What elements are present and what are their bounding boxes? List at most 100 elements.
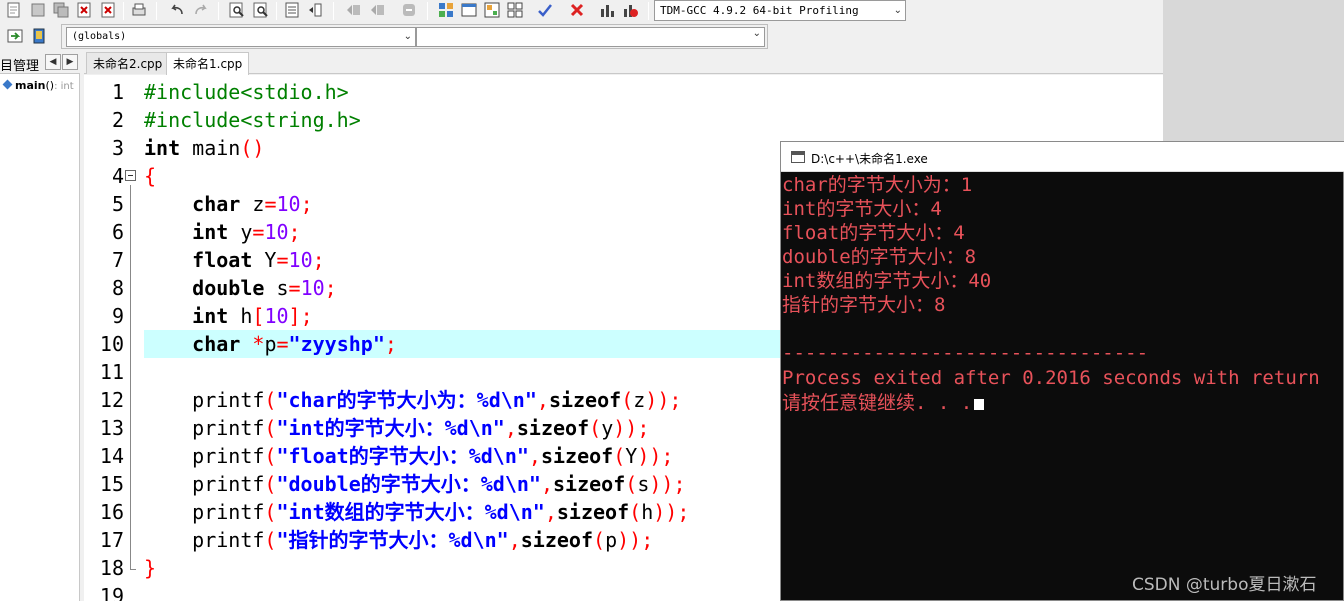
watermark: CSDN @turbo夏日漱石: [1132, 575, 1317, 595]
close-file-icon[interactable]: [75, 1, 93, 19]
code-line[interactable]: char *p="zyyshp";: [144, 330, 844, 358]
line-number: 10: [99, 332, 124, 356]
console-line: Process exited after 0.2016 seconds with…: [782, 367, 1320, 389]
code-line[interactable]: double s=10;: [144, 274, 337, 302]
scope-select-value: (globals): [72, 31, 127, 42]
save-all-icon[interactable]: [52, 1, 70, 19]
console-line: float的字节大小：4: [782, 222, 965, 244]
line-number: 4: [111, 164, 124, 188]
new-file-icon[interactable]: [5, 1, 23, 19]
console-window[interactable]: D:\c++\未命名1.exe char的字节大小为：1 int的字节大小：4 fl…: [780, 141, 1344, 601]
line-number: 8: [111, 276, 124, 300]
line-number: 16: [99, 500, 124, 524]
print-icon[interactable]: [130, 1, 148, 19]
code-line[interactable]: int main(): [144, 134, 264, 162]
code-line[interactable]: {: [144, 162, 156, 190]
code-line[interactable]: int h[10];: [144, 302, 312, 330]
function-select[interactable]: ⌄: [416, 27, 765, 47]
fold-collapse-icon[interactable]: [125, 170, 136, 181]
console-app-icon: [791, 151, 805, 163]
tab-file-2[interactable]: 未命名2.cpp: [86, 52, 170, 74]
console-line: int数组的字节大小：40: [782, 270, 992, 292]
function-name: main: [15, 79, 46, 92]
line-number: 13: [99, 416, 124, 440]
chevron-down-icon: ⌄: [893, 5, 902, 16]
line-number: 12: [99, 388, 124, 412]
code-line[interactable]: printf("int的字节大小：%d\n",sizeof(y));: [144, 414, 649, 442]
compiler-select-value: TDM-GCC 4.9.2 64-bit Profiling: [660, 4, 859, 17]
fold-line: [130, 185, 131, 570]
delete-profile-icon[interactable]: [621, 1, 639, 19]
rebuild-all-icon[interactable]: [506, 1, 524, 19]
run-icon[interactable]: [460, 1, 478, 19]
class-browser-item-main[interactable]: main(): int: [2, 79, 74, 92]
project-panel: [0, 52, 80, 601]
scope-select[interactable]: (globals) ⌄: [66, 27, 416, 47]
indent-icon[interactable]: [283, 1, 301, 19]
close-all-icon[interactable]: [99, 1, 117, 19]
tab-project-manager[interactable]: 目管理: [0, 55, 39, 74]
console-line: 请按任意键继续. . .: [782, 391, 985, 415]
code-line[interactable]: }: [144, 554, 156, 582]
compile-run-icon[interactable]: [483, 1, 501, 19]
console-title: D:\c++\未命名1.exe: [811, 152, 928, 166]
redo-icon[interactable]: [192, 1, 210, 19]
line-number: 17: [99, 528, 124, 552]
console-line: 指针的字节大小：8: [782, 294, 946, 316]
find-icon[interactable]: [228, 1, 246, 19]
project-panel-tabs: 目管理 ◀ ▶: [0, 52, 80, 74]
chevron-down-icon: ⌄: [403, 31, 412, 42]
bookmark-next-icon[interactable]: [369, 1, 387, 19]
editor-tabs: 未命名2.cpp 未命名1.cpp: [84, 52, 1163, 75]
function-icon: [2, 79, 13, 90]
toolbar-separator: [333, 2, 334, 20]
console-output: char的字节大小为：1 int的字节大小：4 float的字节大小：4 double…: [781, 173, 1343, 600]
tab-scroll-left-icon[interactable]: ◀: [45, 54, 61, 70]
unindent-icon[interactable]: [306, 1, 324, 19]
code-line[interactable]: printf("float的字节大小：%d\n",sizeof(Y));: [144, 442, 673, 470]
line-number: 2: [111, 108, 124, 132]
line-number: 15: [99, 472, 124, 496]
compile-icon[interactable]: [437, 1, 455, 19]
console-line: double的字节大小：8: [782, 246, 977, 268]
code-line[interactable]: float Y=10;: [144, 246, 325, 274]
function-signature: (): [45, 79, 55, 92]
code-line[interactable]: printf("int数组的字节大小：%d\n",sizeof(h));: [144, 498, 689, 526]
console-cursor: [974, 399, 985, 410]
toolbar-separator: [156, 2, 157, 20]
code-line[interactable]: int y=10;: [144, 218, 300, 246]
main-toolbar: TDM-GCC 4.9.2 64-bit Profiling ⌄: [0, 0, 1163, 22]
tab-scroll-right-icon[interactable]: ▶: [62, 54, 78, 70]
bookmark-prev-icon[interactable]: [345, 1, 363, 19]
code-line[interactable]: printf("char的字节大小为：%d\n",sizeof(z));: [144, 386, 681, 414]
code-line[interactable]: #include<stdio.h>: [144, 78, 349, 106]
line-number: 1: [111, 80, 124, 104]
tab-file-1[interactable]: 未命名1.cpp: [166, 52, 250, 75]
code-line[interactable]: printf("指针的字节大小：%d\n",sizeof(p));: [144, 526, 653, 554]
goto-icon[interactable]: [6, 27, 24, 45]
syntax-check-icon[interactable]: [536, 1, 554, 19]
line-number: 14: [99, 444, 124, 468]
toolbar-separator: [276, 2, 277, 20]
line-number: 7: [111, 248, 124, 272]
line-number: 19: [99, 584, 124, 601]
open-file-icon[interactable]: [29, 1, 47, 19]
code-line[interactable]: printf("double的字节大小：%d\n",sizeof(s));: [144, 470, 685, 498]
console-line: char的字节大小为：1: [782, 174, 973, 196]
replace-icon[interactable]: [252, 1, 270, 19]
goto-line-icon[interactable]: [400, 1, 418, 19]
code-line[interactable]: #include<string.h>: [144, 106, 361, 134]
line-number: 5: [111, 192, 124, 216]
undo-icon[interactable]: [168, 1, 186, 19]
code-line[interactable]: char z=10;: [144, 190, 312, 218]
line-number: 9: [111, 304, 124, 328]
line-number-gutter: 1 2 3 4 5 6 7 8 9 10 11 12 13 14 15 16 17 18 19: [84, 75, 142, 601]
console-titlebar[interactable]: D:\c++\未命名1.exe: [781, 142, 1344, 172]
compiler-select[interactable]: TDM-GCC 4.9.2 64-bit Profiling ⌄: [654, 0, 906, 21]
toolbar-separator: [427, 2, 428, 20]
toolbar-separator: [123, 2, 124, 20]
stop-execution-icon[interactable]: [568, 1, 586, 19]
toolbar-separator: [648, 2, 649, 20]
profile-icon[interactable]: [598, 1, 616, 19]
class-browser-icon[interactable]: [30, 27, 48, 45]
